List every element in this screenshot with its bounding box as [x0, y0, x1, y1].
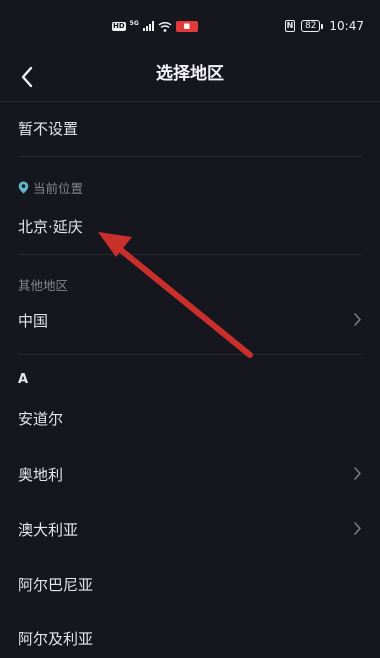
- chevron-left-icon: [21, 66, 33, 88]
- back-button[interactable]: [10, 60, 44, 94]
- signal-icon: [142, 21, 154, 31]
- current-location-option[interactable]: 北京·延庆: [0, 204, 380, 248]
- header-divider: [0, 101, 380, 102]
- no-setting-label: 暂不设置: [18, 119, 79, 138]
- page-title: 选择地区: [156, 64, 224, 84]
- chevron-right-icon: [354, 313, 361, 326]
- clock: 10:47: [329, 19, 364, 33]
- current-location-value: 北京·延庆: [18, 217, 83, 236]
- region-label: 奥地利: [18, 465, 64, 484]
- region-label: 阿尔巴尼亚: [18, 575, 94, 594]
- chevron-right-icon: [354, 467, 361, 480]
- other-regions-section-text: 其他地区: [18, 278, 69, 293]
- network-type-label: 5G: [129, 19, 139, 27]
- divider: [18, 156, 362, 157]
- region-item-australia[interactable]: 澳大利亚: [0, 507, 380, 551]
- nav-bar: 选择地区: [0, 56, 380, 98]
- current-location-section-text: 当前位置: [33, 181, 84, 196]
- region-label: 中国: [18, 311, 49, 330]
- region-label: 安道尔: [18, 409, 64, 428]
- battery-icon: 82: [300, 20, 324, 32]
- region-item-austria[interactable]: 奥地利: [0, 452, 380, 496]
- status-left-group: HD 5G ■: [112, 19, 198, 33]
- app-notification-icon: ■: [175, 20, 198, 32]
- region-item-andorra[interactable]: 安道尔: [0, 396, 380, 440]
- battery-level: 82: [300, 20, 321, 32]
- no-setting-option[interactable]: 暂不设置: [0, 106, 380, 150]
- other-regions-section-label: 其他地区: [18, 275, 68, 294]
- region-label: 阿尔及利亚: [18, 629, 94, 648]
- current-location-section-label: 当前位置: [18, 178, 83, 197]
- wifi-icon: [158, 21, 172, 32]
- region-label: 澳大利亚: [18, 520, 79, 539]
- status-bar: HD 5G ■ N 82 10:47: [0, 0, 380, 56]
- chevron-right-icon: [354, 522, 361, 535]
- nfc-icon: N: [284, 20, 295, 32]
- hd-badge: HD: [112, 21, 126, 31]
- region-item-china[interactable]: 中国: [0, 298, 380, 342]
- status-right-group: N 82 10:47: [284, 18, 364, 34]
- index-letter-header: A: [18, 372, 29, 387]
- divider: [18, 354, 362, 355]
- divider: [18, 254, 362, 255]
- location-pin-icon: [18, 181, 29, 194]
- region-item-algeria[interactable]: 阿尔及利亚: [0, 616, 380, 658]
- region-item-albania[interactable]: 阿尔巴尼亚: [0, 562, 380, 606]
